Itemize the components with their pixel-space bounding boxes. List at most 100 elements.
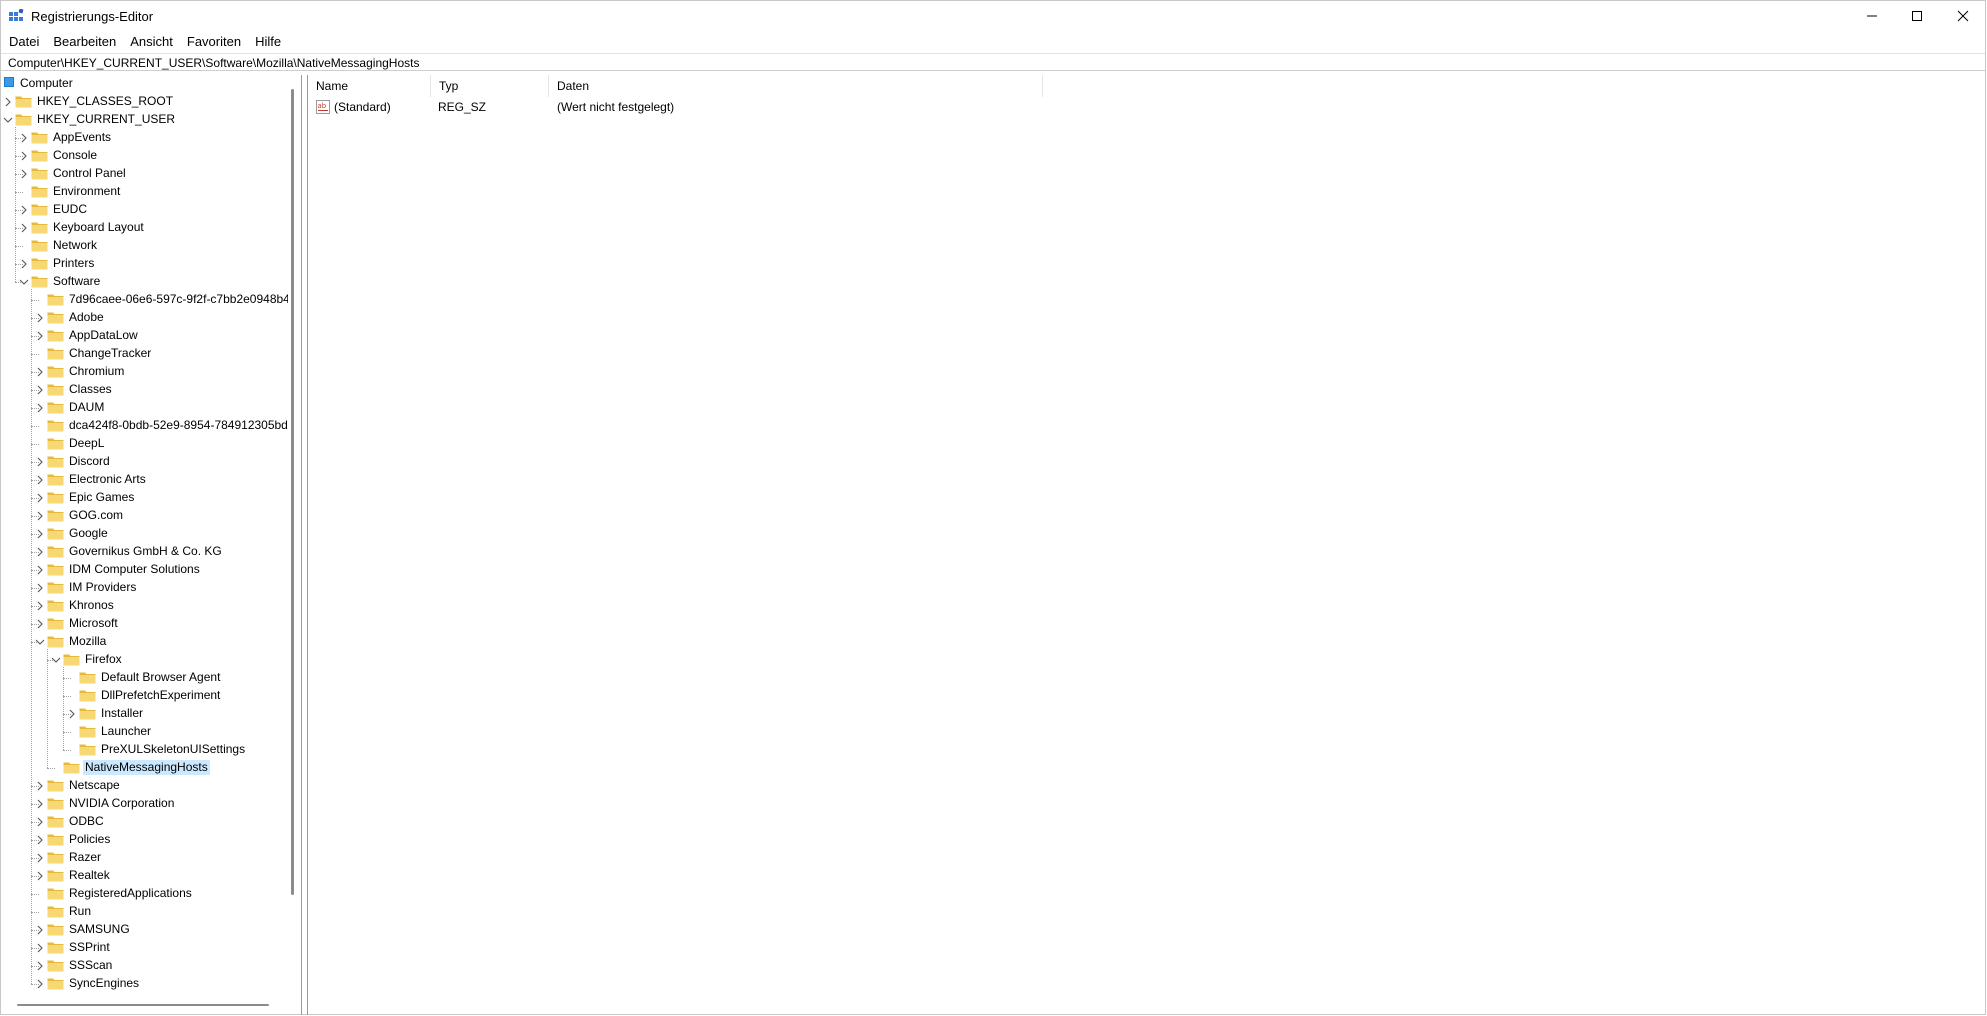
tree-item-computer[interactable]: Computer [1, 75, 288, 93]
key-tree[interactable]: Computer HKEY_CLASSES_ROOT HKEY_CURRENT_US… [1, 75, 288, 997]
column-header-data[interactable]: Daten [549, 75, 1043, 97]
tree-item-firefox[interactable]: Firefox [1, 651, 288, 669]
chevron-right-icon[interactable] [3, 96, 13, 108]
chevron-right-icon[interactable] [35, 510, 45, 522]
tree-item-appdatalow[interactable]: AppDataLow [1, 327, 288, 345]
tree-item-prexulskeletonuisettings[interactable]: PreXULSkeletonUISettings [1, 741, 288, 759]
chevron-right-icon[interactable] [35, 546, 45, 558]
tree-item-epic-games[interactable]: Epic Games [1, 489, 288, 507]
tree-item-dllprefetchexperiment[interactable]: DllPrefetchExperiment [1, 687, 288, 705]
chevron-right-icon[interactable] [35, 960, 45, 972]
tree-item-mozilla[interactable]: Mozilla [1, 633, 288, 651]
chevron-right-icon[interactable] [35, 492, 45, 504]
tree-item-hkey-current-user[interactable]: HKEY_CURRENT_USER [1, 111, 288, 129]
chevron-right-icon[interactable] [19, 204, 29, 216]
chevron-right-icon[interactable] [35, 366, 45, 378]
menu-datei[interactable]: Datei [1, 33, 46, 51]
chevron-right-icon[interactable] [19, 168, 29, 180]
chevron-right-icon[interactable] [19, 222, 29, 234]
tree-item-odbc[interactable]: ODBC [1, 813, 288, 831]
maximize-button[interactable] [1894, 1, 1940, 31]
tree-item-console[interactable]: Console [1, 147, 288, 165]
tree-item-default-browser-agent[interactable]: Default Browser Agent [1, 669, 288, 687]
tree-item-printers[interactable]: Printers [1, 255, 288, 273]
tree-item-khronos[interactable]: Khronos [1, 597, 288, 615]
chevron-right-icon[interactable] [35, 924, 45, 936]
menu-bearbeiten[interactable]: Bearbeiten [46, 33, 123, 51]
tree-item-launcher[interactable]: Launcher [1, 723, 288, 741]
tree-item-daum[interactable]: DAUM [1, 399, 288, 417]
tree-item-ssprint[interactable]: SSPrint [1, 939, 288, 957]
tree-item-control-panel[interactable]: Control Panel [1, 165, 288, 183]
chevron-right-icon[interactable] [35, 780, 45, 792]
tree-item-deepl[interactable]: DeepL [1, 435, 288, 453]
tree-item-adobe[interactable]: Adobe [1, 309, 288, 327]
tree-item-im-providers[interactable]: IM Providers [1, 579, 288, 597]
chevron-right-icon[interactable] [35, 564, 45, 576]
tree-item-gog-com[interactable]: GOG.com [1, 507, 288, 525]
chevron-down-icon[interactable] [19, 276, 29, 288]
chevron-right-icon[interactable] [35, 582, 45, 594]
column-header-name[interactable]: Name [308, 75, 431, 97]
tree-item-discord[interactable]: Discord [1, 453, 288, 471]
tree-item-changetracker[interactable]: ChangeTracker [1, 345, 288, 363]
tree-item-netscape[interactable]: Netscape [1, 777, 288, 795]
tree-item-governikus-gmbh-co-kg[interactable]: Governikus GmbH & Co. KG [1, 543, 288, 561]
values-list-pane[interactable]: Name Typ Daten ab (Standard) REG_SZ (Wer… [307, 75, 1987, 1015]
chevron-right-icon[interactable] [19, 132, 29, 144]
chevron-down-icon[interactable] [3, 114, 13, 126]
address-bar[interactable]: Computer\HKEY_CURRENT_USER\Software\Mozi… [1, 53, 1985, 71]
minimize-button[interactable] [1849, 1, 1895, 31]
chevron-right-icon[interactable] [35, 600, 45, 612]
chevron-right-icon[interactable] [19, 150, 29, 162]
tree-item-policies[interactable]: Policies [1, 831, 288, 849]
chevron-down-icon[interactable] [35, 636, 45, 648]
tree-item-environment[interactable]: Environment [1, 183, 288, 201]
tree-item-keyboard-layout[interactable]: Keyboard Layout [1, 219, 288, 237]
tree-item-idm-computer-solutions[interactable]: IDM Computer Solutions [1, 561, 288, 579]
chevron-right-icon[interactable] [35, 474, 45, 486]
tree-item-installer[interactable]: Installer [1, 705, 288, 723]
chevron-right-icon[interactable] [35, 798, 45, 810]
tree-item-network[interactable]: Network [1, 237, 288, 255]
tree-horizontal-scrollbar[interactable] [17, 1004, 269, 1006]
tree-item-syncengines[interactable]: SyncEngines [1, 975, 288, 993]
address-path[interactable]: Computer\HKEY_CURRENT_USER\Software\Mozi… [8, 55, 419, 71]
tree-item-nvidia-corporation[interactable]: NVIDIA Corporation [1, 795, 288, 813]
chevron-right-icon[interactable] [35, 528, 45, 540]
tree-item-classes[interactable]: Classes [1, 381, 288, 399]
tree-item-software[interactable]: Software [1, 273, 288, 291]
menu-ansicht[interactable]: Ansicht [123, 33, 180, 51]
tree-item-eudc[interactable]: EUDC [1, 201, 288, 219]
menu-favoriten[interactable]: Favoriten [180, 33, 248, 51]
chevron-down-icon[interactable] [51, 654, 61, 666]
chevron-right-icon[interactable] [35, 816, 45, 828]
chevron-right-icon[interactable] [35, 312, 45, 324]
tree-item-razer[interactable]: Razer [1, 849, 288, 867]
value-row[interactable]: ab (Standard) REG_SZ (Wert nicht festgel… [308, 99, 1043, 117]
chevron-right-icon[interactable] [35, 834, 45, 846]
chevron-right-icon[interactable] [35, 978, 45, 990]
menu-hilfe[interactable]: Hilfe [248, 33, 288, 51]
chevron-right-icon[interactable] [35, 942, 45, 954]
tree-item-samsung[interactable]: SAMSUNG [1, 921, 288, 939]
chevron-right-icon[interactable] [35, 402, 45, 414]
tree-item-google[interactable]: Google [1, 525, 288, 543]
tree-item-nativemessaginghosts[interactable]: NativeMessagingHosts [1, 759, 288, 777]
chevron-right-icon[interactable] [35, 330, 45, 342]
tree-item-7d96caee-06e6-597c-9f2f-c7bb2e0948b4[interactable]: 7d96caee-06e6-597c-9f2f-c7bb2e0948b4 [1, 291, 288, 309]
chevron-right-icon[interactable] [35, 456, 45, 468]
tree-item-run[interactable]: Run [1, 903, 288, 921]
chevron-right-icon[interactable] [35, 852, 45, 864]
close-button[interactable] [1940, 1, 1986, 31]
tree-item-dca424f8-0bdb-52e9-8954-784912305bd8[interactable]: dca424f8-0bdb-52e9-8954-784912305bd8 [1, 417, 288, 435]
tree-item-appevents[interactable]: AppEvents [1, 129, 288, 147]
tree-item-realtek[interactable]: Realtek [1, 867, 288, 885]
chevron-right-icon[interactable] [35, 870, 45, 882]
tree-item-hkey-classes-root[interactable]: HKEY_CLASSES_ROOT [1, 93, 288, 111]
tree-item-microsoft[interactable]: Microsoft [1, 615, 288, 633]
tree-item-electronic-arts[interactable]: Electronic Arts [1, 471, 288, 489]
tree-item-registeredapplications[interactable]: RegisteredApplications [1, 885, 288, 903]
tree-item-ssscan[interactable]: SSScan [1, 957, 288, 975]
chevron-right-icon[interactable] [67, 708, 77, 720]
